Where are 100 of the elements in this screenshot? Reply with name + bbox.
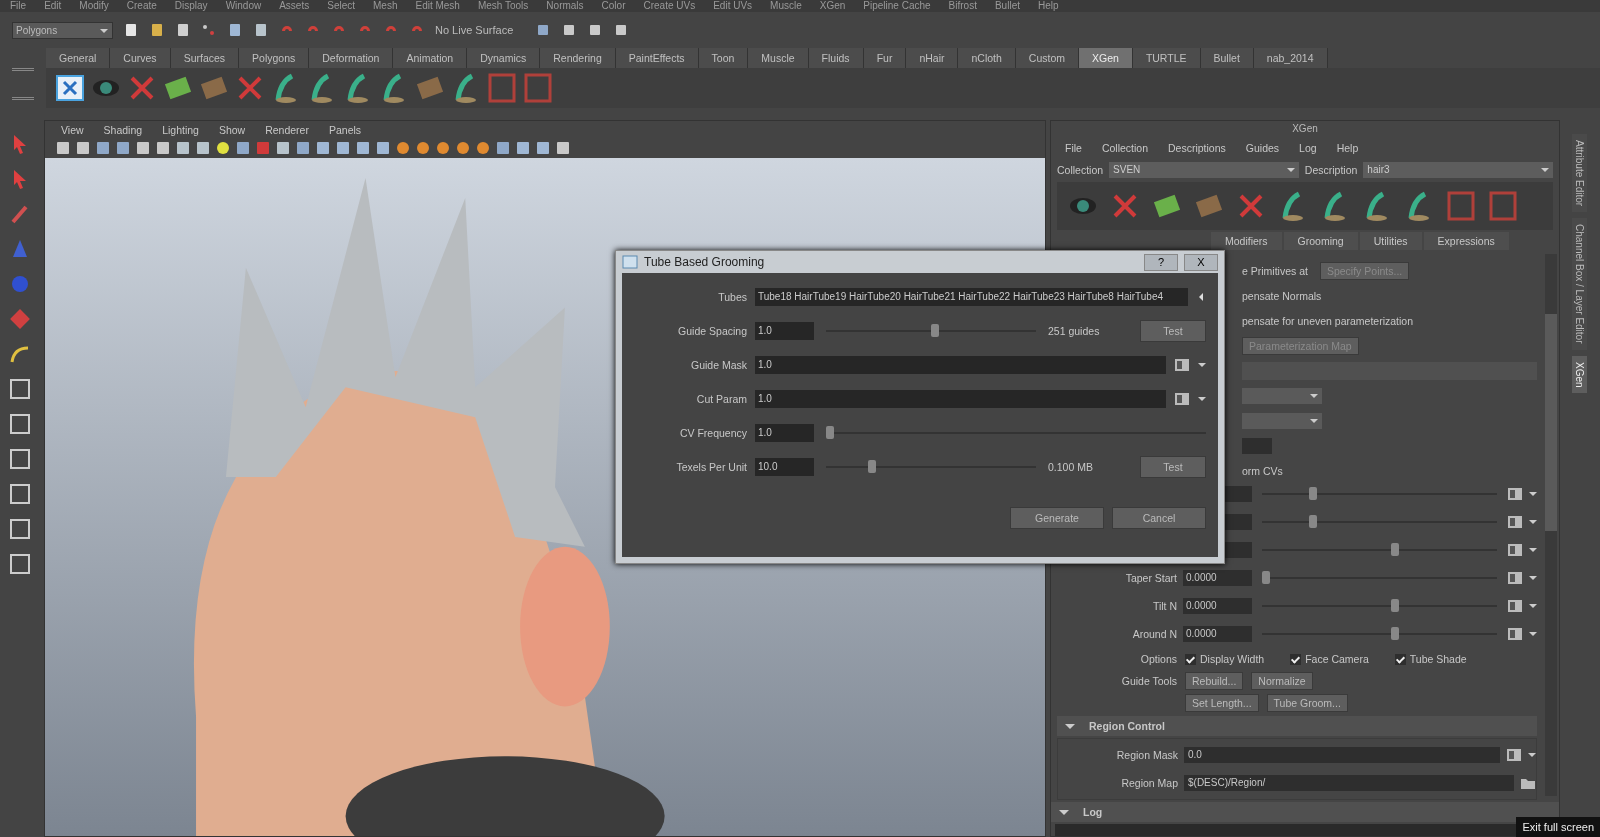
side-tab[interactable]: Attribute Editor xyxy=(1571,134,1587,213)
side-tab[interactable]: XGen xyxy=(1571,355,1587,394)
scrollbar[interactable] xyxy=(1545,254,1557,796)
guide-tool-button[interactable]: Normalize xyxy=(1251,672,1313,690)
checkbox[interactable]: Face Camera xyxy=(1290,653,1369,665)
menu-item[interactable]: Bifrost xyxy=(948,0,977,12)
slider-thumb[interactable] xyxy=(1391,543,1400,556)
panel-menu[interactable]: Log xyxy=(1299,142,1317,154)
panel-tab[interactable]: Utilities xyxy=(1359,232,1422,250)
shelf-tab[interactable]: Dynamics xyxy=(467,48,541,68)
section-header[interactable]: Region Control xyxy=(1057,716,1537,736)
test-button[interactable]: Test xyxy=(1140,320,1206,342)
square-icon[interactable] xyxy=(295,140,311,156)
region-map-field[interactable]: $(DESC)/Region/ xyxy=(1184,775,1514,791)
menu-item[interactable]: Mesh xyxy=(373,0,398,12)
slider-thumb[interactable] xyxy=(931,324,939,337)
description-dropdown[interactable]: hair3 xyxy=(1363,162,1553,178)
sphere-icon[interactable] xyxy=(395,140,411,156)
menu-item[interactable]: Select xyxy=(327,0,355,12)
menu-item[interactable]: Muscle xyxy=(770,0,802,12)
shelf-tab[interactable]: XGen xyxy=(1079,48,1133,68)
slider-thumb[interactable] xyxy=(1309,515,1317,528)
guide-tool-button[interactable]: Rebuild... xyxy=(1185,672,1244,690)
shelf-tab[interactable]: Surfaces xyxy=(170,48,240,68)
square-icon[interactable] xyxy=(495,140,511,156)
tubes-field[interactable]: Tube18 HairTube19 HairTube20 HairTube21 HairTube22 HairTube23 HairTube8 HairTube4 xyxy=(755,288,1188,306)
checkbox[interactable]: Display Width xyxy=(1185,653,1265,665)
shelf-tab[interactable]: Deformation xyxy=(309,48,394,68)
shelf-tab[interactable]: Toon xyxy=(698,48,749,68)
value-field[interactable]: 0.0000 xyxy=(1183,598,1252,614)
menu-item[interactable]: Modify xyxy=(79,0,109,12)
map-icon[interactable] xyxy=(1507,515,1523,529)
shelf-tab[interactable]: TURTLE xyxy=(1132,48,1201,68)
panel-tab[interactable]: Grooming xyxy=(1283,232,1358,250)
menu-item[interactable]: File xyxy=(10,0,27,12)
menu-item[interactable]: Edit Mesh xyxy=(415,0,460,12)
map-icon[interactable] xyxy=(1507,599,1523,613)
square-icon[interactable] xyxy=(115,140,131,156)
menu-item[interactable]: XGen xyxy=(819,0,846,12)
slider-thumb[interactable] xyxy=(1262,571,1270,584)
shelf-tab[interactable]: Animation xyxy=(393,48,468,68)
region-mask-field[interactable]: 0.0 xyxy=(1184,747,1500,763)
menu-item[interactable]: Bullet xyxy=(994,0,1020,12)
map-icon[interactable] xyxy=(1506,748,1522,762)
shelf-tab[interactable]: General xyxy=(46,48,111,68)
guide-tool-button[interactable]: Tube Groom... xyxy=(1266,694,1348,712)
shelf-tab[interactable]: Custom xyxy=(1015,48,1079,68)
square-icon[interactable] xyxy=(535,22,551,38)
live-surface-label[interactable]: No Live Surface xyxy=(435,24,525,36)
viewport-menu[interactable]: Shading xyxy=(103,124,143,136)
menu-item[interactable]: Display xyxy=(174,0,208,12)
map-icon[interactable] xyxy=(1507,487,1523,501)
close-button[interactable]: X xyxy=(1184,253,1218,271)
viewport-menu[interactable]: Lighting xyxy=(162,124,199,136)
guide-tool-button[interactable]: Set Length... xyxy=(1185,694,1259,712)
map-icon[interactable] xyxy=(1507,627,1523,641)
panel-menu[interactable]: File xyxy=(1065,142,1082,154)
menu-item[interactable]: Mesh Tools xyxy=(477,0,529,12)
map-icon[interactable] xyxy=(1507,571,1523,585)
panel-tab[interactable]: Modifiers xyxy=(1211,232,1282,250)
shelf-tab[interactable]: Fur xyxy=(863,48,907,68)
menu-item[interactable]: Edit UVs xyxy=(713,0,753,12)
window-icon[interactable] xyxy=(54,72,86,104)
shelf-tab[interactable]: Bullet xyxy=(1200,48,1254,68)
menu-item[interactable]: Normals xyxy=(546,0,584,12)
menu-item[interactable]: Pipeline Cache xyxy=(863,0,931,12)
slider-thumb[interactable] xyxy=(868,460,876,473)
shelf-tab[interactable]: nab_2014 xyxy=(1253,48,1328,68)
panel-tab[interactable]: Expressions xyxy=(1423,232,1509,250)
value-field[interactable]: 1.0 xyxy=(755,356,1166,374)
shelf-tab[interactable]: Rendering xyxy=(540,48,616,68)
viewport-menu[interactable]: Panels xyxy=(328,124,362,136)
sphere-icon[interactable] xyxy=(475,140,491,156)
viewport-menu[interactable]: View xyxy=(61,124,84,136)
shelf-menu-icon[interactable] xyxy=(12,68,34,100)
slider-thumb[interactable] xyxy=(826,426,834,439)
value-field[interactable]: 10.0 xyxy=(755,458,814,476)
slider-thumb[interactable] xyxy=(1391,599,1400,612)
checkbox[interactable]: Tube Shade xyxy=(1394,653,1467,665)
side-tab[interactable]: Channel Box / Layer Editor xyxy=(1571,218,1587,350)
shelf-tab[interactable]: Fluids xyxy=(808,48,864,68)
section-header[interactable]: Log xyxy=(1051,802,1559,822)
square-icon[interactable] xyxy=(95,140,111,156)
circle-icon[interactable] xyxy=(215,140,231,156)
shelf-tab[interactable]: nHair xyxy=(906,48,959,68)
map-icon[interactable] xyxy=(1507,543,1523,557)
panel-menu[interactable]: Descriptions xyxy=(1168,142,1226,154)
value-field[interactable]: 1.0 xyxy=(755,424,814,442)
sphere-icon[interactable] xyxy=(455,140,471,156)
viewport-menu[interactable]: Renderer xyxy=(265,124,309,136)
panel-menu[interactable]: Help xyxy=(1336,142,1359,154)
menu-item[interactable]: Assets xyxy=(279,0,310,12)
value-field[interactable]: 0.0000 xyxy=(1183,570,1252,586)
value-field[interactable]: 1.0 xyxy=(755,390,1166,408)
menu-item[interactable]: Create UVs xyxy=(643,0,696,12)
panel-menu[interactable]: Collection xyxy=(1101,142,1149,154)
menu-item[interactable]: Edit xyxy=(44,0,62,12)
test-button[interactable]: Test xyxy=(1140,456,1206,478)
shelf-tab[interactable]: PaintEffects xyxy=(615,48,699,68)
shelf-tab[interactable]: Muscle xyxy=(748,48,809,68)
